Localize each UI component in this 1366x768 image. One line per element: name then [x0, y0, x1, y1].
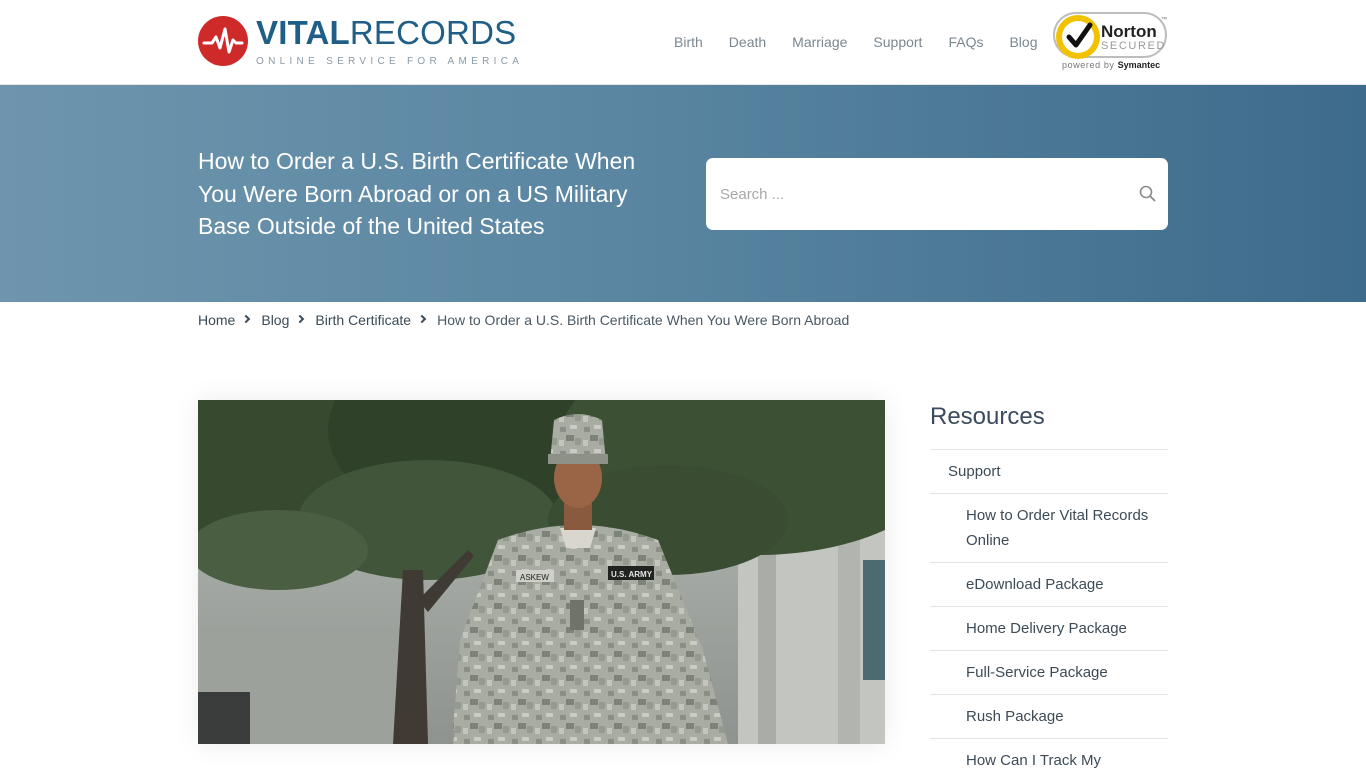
norton-trademark: ™ [1161, 17, 1167, 23]
norton-brand: Symantec [1117, 60, 1161, 70]
search-icon[interactable] [1138, 184, 1158, 204]
sidebar-title: Resources [930, 400, 1168, 450]
main-nav: Birth Death Marriage Support FAQs Blog [674, 34, 1064, 50]
sidebar-item-full-service[interactable]: Full-Service Package [930, 651, 1168, 695]
norton-powered-label: powered by [1062, 60, 1115, 70]
logo-title-light: RECORDS [349, 14, 517, 51]
logo-tagline: ONLINE SERVICE FOR AMERICA [256, 56, 524, 67]
nav-death[interactable]: Death [729, 34, 766, 50]
sidebar-item-edownload[interactable]: eDownload Package [930, 563, 1168, 607]
logo-title: VITALRECORDS [256, 16, 523, 50]
soldier-photo-icon: ASKEW U.S. ARMY [198, 400, 885, 744]
nav-faqs[interactable]: FAQs [948, 34, 983, 50]
sidebar-item-order-online[interactable]: How to Order Vital Records Online [930, 494, 1168, 563]
norton-secured-badge[interactable]: Norton ™ SECURED powered by Symantec [1053, 12, 1168, 72]
checkmark-icon [1056, 15, 1100, 59]
chevron-right-icon [242, 314, 251, 324]
branch-tape: U.S. ARMY [611, 570, 653, 579]
sidebar-item-rush[interactable]: Rush Package [930, 695, 1168, 739]
sidebar-item-home-delivery[interactable]: Home Delivery Package [930, 607, 1168, 651]
heartbeat-icon [198, 16, 248, 66]
nav-birth[interactable]: Birth [674, 34, 703, 50]
chevron-right-icon [417, 314, 427, 324]
breadcrumb: Home Blog Birth Certificate How to Order… [198, 312, 849, 328]
breadcrumb-home[interactable]: Home [198, 312, 235, 328]
sidebar-item-track[interactable]: How Can I Track My [930, 739, 1168, 768]
norton-secured-label: SECURED [1101, 40, 1166, 52]
norton-powered-by: powered by Symantec [1062, 60, 1160, 70]
site-logo[interactable]: VITALRECORDS ONLINE SERVICE FOR AMERICA [198, 16, 523, 67]
norton-name: Norton [1101, 22, 1157, 41]
sidebar-item-support[interactable]: Support [930, 450, 1168, 494]
nav-blog[interactable]: Blog [1009, 34, 1037, 50]
breadcrumb-birth-certificate[interactable]: Birth Certificate [315, 312, 411, 328]
nav-marriage[interactable]: Marriage [792, 34, 847, 50]
breadcrumb-current: How to Order a U.S. Birth Certificate Wh… [437, 312, 850, 328]
page-hero: How to Order a U.S. Birth Certificate Wh… [0, 85, 1366, 302]
nav-support[interactable]: Support [873, 34, 922, 50]
site-header: VITALRECORDS ONLINE SERVICE FOR AMERICA … [0, 0, 1366, 85]
page-title: How to Order a U.S. Birth Certificate Wh… [198, 148, 636, 239]
norton-badge-pill: Norton ™ SECURED [1053, 12, 1167, 59]
breadcrumb-blog[interactable]: Blog [261, 312, 289, 328]
name-tape: ASKEW [520, 573, 549, 582]
logo-text: VITALRECORDS ONLINE SERVICE FOR AMERICA [256, 16, 524, 68]
search-box [706, 158, 1168, 230]
resources-sidebar: Resources Support How to Order Vital Rec… [930, 400, 1168, 768]
chevron-right-icon [296, 314, 305, 324]
search-input[interactable] [720, 178, 1120, 210]
logo-title-bold: VITAL [256, 14, 350, 51]
article-featured-image: ASKEW U.S. ARMY [198, 400, 885, 744]
